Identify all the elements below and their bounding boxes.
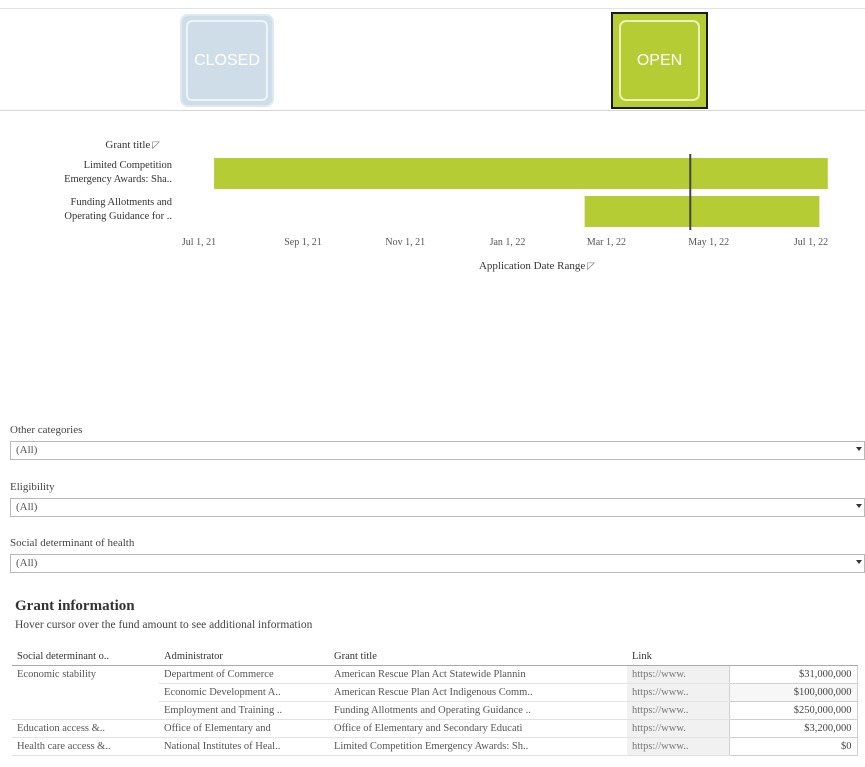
cell-link[interactable]: https://www.. — [627, 701, 729, 720]
cell-amount[interactable]: $100,000,000 — [728, 682, 858, 702]
open-toggle-button[interactable]: OPEN — [611, 12, 708, 109]
cell-link[interactable]: https://www.. — [627, 737, 729, 756]
cell-category: Economic stability — [17, 668, 97, 680]
status-toggle-panel: CLOSED OPEN — [0, 8, 865, 111]
filter-other-categories: Other categories (All) — [10, 424, 865, 460]
dropdown-value: (All) — [16, 557, 38, 569]
x-axis-title-label: Application Date Range — [478, 260, 586, 272]
filter-label: Social determinant of health — [10, 537, 135, 549]
cell-category: Education access &.. — [12, 719, 159, 738]
cell-category: Health care access &.. — [12, 737, 159, 756]
dropdown-value: (All) — [16, 444, 38, 456]
cell-link[interactable]: https://www.. — [627, 683, 729, 702]
closed-button-label: CLOSED — [194, 51, 260, 69]
column-header-social-determinant[interactable]: Social determinant o.. — [12, 649, 159, 666]
grant-table: Social determinant o.. Administrator Gra… — [12, 649, 858, 756]
table-row: Health care access &.. National Institut… — [12, 736, 858, 756]
closed-toggle-button[interactable]: CLOSED — [180, 14, 274, 107]
cell-administrator: Office of Elementary and — [159, 719, 329, 738]
cell-administrator: Economic Development A.. — [159, 683, 329, 702]
dropdown-value: (All) — [16, 501, 38, 513]
x-axis-title: Application Date Range ◸ — [0, 260, 865, 272]
filter-label: Eligibility — [10, 481, 55, 493]
x-tick-label: Sep 1, 21 — [284, 237, 322, 248]
cell-category — [12, 683, 159, 701]
other-categories-dropdown[interactable]: (All) — [10, 441, 865, 460]
social-determinant-dropdown[interactable]: (All) — [10, 554, 865, 573]
table-row: Economic Development A.. American Rescue… — [12, 682, 858, 702]
table-row: Economic stability Department of Commerc… — [12, 664, 858, 684]
grant-info-title: Grant information — [15, 598, 135, 614]
gantt-bar-0[interactable] — [214, 158, 828, 189]
application-date-chart: Grant title ◸ Limited Competition Emergen… — [0, 130, 865, 280]
cell-administrator: Employment and Training .. — [159, 701, 329, 720]
column-header-link[interactable]: Link — [627, 649, 729, 666]
filter-social-determinant: Social determinant of health (All) — [10, 537, 865, 573]
table-row: Education access &.. Office of Elementar… — [12, 718, 858, 738]
gantt-plot: Jul 1, 21 Sep 1, 21 Nov 1, 21 Jan 1, 22 Mar … — [182, 154, 828, 248]
grant-info-subtitle: Hover cursor over the fund amount to see… — [15, 619, 313, 631]
cell-amount[interactable]: $31,000,000 — [728, 664, 858, 684]
x-tick-label: May 1, 22 — [688, 237, 729, 248]
eligibility-dropdown[interactable]: (All) — [10, 498, 865, 517]
column-header-amount — [729, 649, 857, 666]
cell-link[interactable]: https://www. — [627, 665, 729, 684]
table-header-row: Social determinant o.. Administrator Gra… — [12, 649, 857, 666]
cell-category — [12, 701, 159, 720]
cell-administrator: Department of Commerce — [159, 665, 329, 684]
filter-icon[interactable]: ◸ — [587, 261, 595, 272]
gantt-bar-1[interactable] — [584, 196, 820, 227]
cell-grant-title: Office of Elementary and Secondary Educa… — [329, 719, 627, 738]
x-tick-label: Mar 1, 22 — [587, 237, 626, 248]
column-header-grant-title[interactable]: Grant title — [329, 649, 627, 666]
chevron-down-icon — [856, 447, 862, 451]
x-tick-label: Nov 1, 21 — [385, 237, 425, 248]
filter-eligibility: Eligibility (All) — [10, 481, 865, 517]
cell-amount[interactable]: $3,200,000 — [728, 718, 858, 738]
x-tick-label: Jul 1, 22 — [794, 237, 828, 248]
x-tick-label: Jan 1, 22 — [490, 237, 526, 248]
column-header-administrator[interactable]: Administrator — [159, 649, 329, 666]
cell-grant-title: Funding Allotments and Operating Guidanc… — [329, 701, 627, 720]
cell-amount[interactable]: $0 — [728, 736, 858, 756]
cell-grant-title: American Rescue Plan Act Statewide Plann… — [329, 665, 627, 684]
open-button-label: OPEN — [636, 51, 683, 69]
chevron-down-icon — [856, 560, 862, 564]
cell-amount[interactable]: $250,000,000 — [728, 700, 858, 720]
table-row: Employment and Training .. Funding Allot… — [12, 700, 858, 720]
filter-label: Other categories — [10, 424, 83, 436]
cell-administrator: National Institutes of Heal.. — [159, 737, 329, 756]
cell-grant-title: Limited Competition Emergency Awards: Sh… — [329, 737, 627, 756]
x-tick-label: Jul 1, 21 — [182, 237, 216, 248]
cell-grant-title: American Rescue Plan Act Indigenous Comm… — [329, 683, 627, 702]
cell-link[interactable]: https://www. — [627, 719, 729, 738]
chevron-down-icon — [856, 504, 862, 508]
